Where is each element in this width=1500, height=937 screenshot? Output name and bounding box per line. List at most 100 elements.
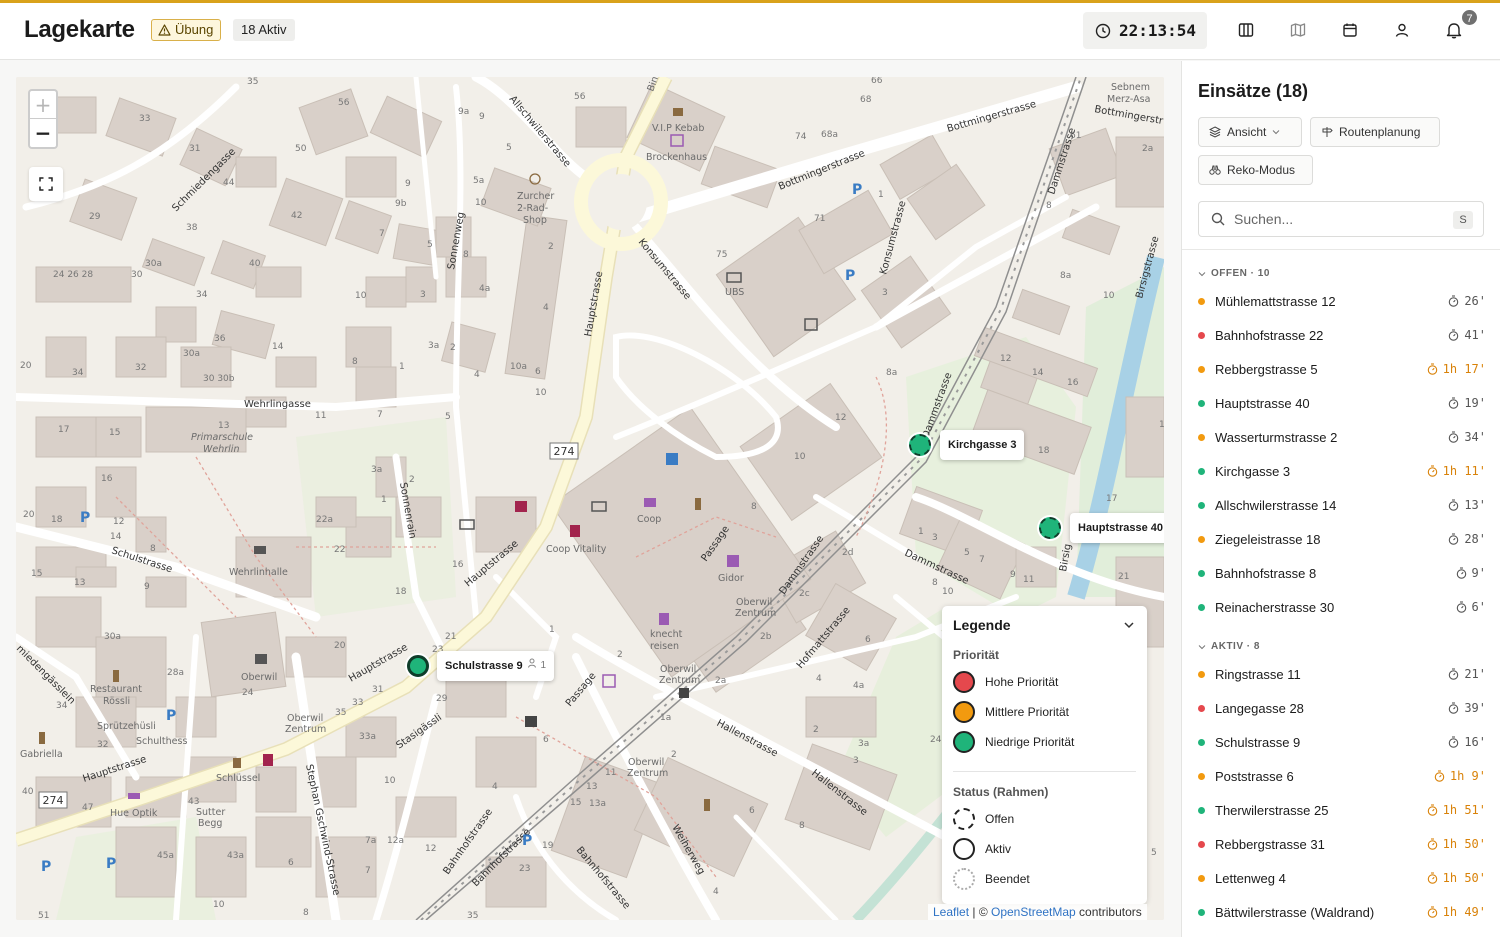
timer-icon xyxy=(1427,838,1437,850)
svg-text:P: P xyxy=(166,708,176,724)
svg-text:4a: 4a xyxy=(479,284,490,294)
svg-text:36: 36 xyxy=(214,334,226,344)
svg-text:5: 5 xyxy=(445,412,451,422)
svg-text:9a: 9a xyxy=(458,107,469,117)
zoom-in-button[interactable]: + xyxy=(30,91,56,119)
timer-icon xyxy=(1449,397,1459,409)
svg-text:Sprützehüsli: Sprützehüsli xyxy=(97,721,156,732)
legend-label: Beendet xyxy=(985,872,1030,886)
svg-text:2: 2 xyxy=(617,650,623,660)
svg-text:4: 4 xyxy=(713,887,719,897)
incident-list-item[interactable]: Ringstrasse 11 21' xyxy=(1198,663,1486,685)
priority-dot xyxy=(1198,467,1205,475)
timer-icon xyxy=(1449,533,1459,545)
svg-text:1: 1 xyxy=(918,527,924,537)
incident-list-item[interactable]: Wasserturmstrasse 2 34' xyxy=(1198,426,1486,448)
svg-text:5: 5 xyxy=(1151,848,1157,858)
svg-text:24: 24 xyxy=(930,735,942,745)
svg-text:6: 6 xyxy=(288,858,294,868)
elapsed-time: 1h 49' xyxy=(1427,905,1486,919)
incident-list-item[interactable]: Rebbergstrasse 5 1h 17' xyxy=(1198,358,1486,380)
svg-text:Oberwil: Oberwil xyxy=(660,664,696,675)
reko-mode-button[interactable]: Reko-Modus xyxy=(1198,155,1313,185)
svg-text:2: 2 xyxy=(409,475,415,485)
incident-list-item[interactable]: Therwilerstrasse 25 1h 51' xyxy=(1198,799,1486,821)
svg-text:reisen: reisen xyxy=(650,641,679,652)
elapsed-time: 1h 51' xyxy=(1427,803,1486,817)
incident-address: Therwilerstrasse 25 xyxy=(1215,802,1329,818)
svg-text:30a: 30a xyxy=(145,259,162,269)
incident-marker-hauptstrasse[interactable] xyxy=(1039,517,1061,539)
incident-list-item[interactable]: Schulstrasse 9 16' xyxy=(1198,731,1486,753)
svg-text:Begg: Begg xyxy=(198,818,222,829)
chevron-down-icon xyxy=(1273,130,1280,135)
incident-list-item[interactable]: Allschwilerstrasse 14 13' xyxy=(1198,494,1486,516)
elapsed-time: 6' xyxy=(1456,600,1486,614)
svg-text:18: 18 xyxy=(51,515,63,525)
columns-view-button[interactable] xyxy=(1234,18,1258,42)
incident-list-item[interactable]: Langegasse 28 39' xyxy=(1198,697,1486,719)
incident-list-item[interactable]: Bahnhofstrasse 8 9' xyxy=(1198,562,1486,584)
incident-list-item[interactable]: Poststrasse 6 1h 9' xyxy=(1198,765,1486,787)
svg-text:1: 1 xyxy=(399,362,405,372)
incident-address: Ringstrasse 11 xyxy=(1215,666,1301,682)
panel-title: Einsätze (18) xyxy=(1198,81,1309,101)
svg-text:P: P xyxy=(522,833,532,849)
marker-label-schulstrasse[interactable]: Schulstrasse 9 1 xyxy=(437,651,554,681)
people-icon xyxy=(527,658,536,668)
svg-text:Sutter: Sutter xyxy=(196,807,225,818)
group-label: AKTIV · 8 xyxy=(1211,641,1260,652)
legend-collapse-button[interactable] xyxy=(1123,618,1135,636)
svg-text:2: 2 xyxy=(450,343,456,353)
incident-list-item[interactable]: Bahnhofstrasse 22 41' xyxy=(1198,324,1486,346)
svg-text:2: 2 xyxy=(813,725,819,735)
elapsed-time: 9' xyxy=(1456,566,1486,580)
legend-item-ended: Beendet xyxy=(953,868,1030,890)
svg-text:14: 14 xyxy=(1032,368,1044,378)
group-header-active[interactable]: AKTIV · 8 xyxy=(1198,641,1260,652)
view-dropdown-button[interactable]: Ansicht xyxy=(1198,117,1302,147)
chevron-down-icon xyxy=(1198,644,1206,649)
marker-label-hauptstrasse[interactable]: Hauptstrasse 40 xyxy=(1070,513,1164,543)
leaflet-link[interactable]: Leaflet xyxy=(933,905,969,919)
svg-text:Brockenhaus: Brockenhaus xyxy=(646,152,707,163)
svg-text:8: 8 xyxy=(150,544,156,554)
svg-text:34: 34 xyxy=(56,701,68,711)
route-planning-button[interactable]: Routenplanung xyxy=(1310,117,1440,147)
svg-text:10: 10 xyxy=(942,587,954,597)
incident-marker-kirchgasse[interactable] xyxy=(909,434,931,456)
incident-address: Mühlemattstrasse 12 xyxy=(1215,293,1336,309)
legend-item-high: Hohe Priorität xyxy=(953,671,1058,693)
incident-list-item[interactable]: Kirchgasse 3 1h 11' xyxy=(1198,460,1486,482)
incident-list-item[interactable]: Lettenweg 4 1h 50' xyxy=(1198,867,1486,889)
incident-marker-schulstrasse[interactable] xyxy=(407,655,429,677)
fullscreen-button[interactable] xyxy=(29,167,63,201)
elapsed-time-value: 26' xyxy=(1464,294,1486,308)
svg-text:38: 38 xyxy=(186,223,198,233)
user-button[interactable] xyxy=(1390,18,1414,42)
search-input[interactable] xyxy=(1234,211,1444,227)
svg-text:9: 9 xyxy=(479,112,485,122)
group-header-open[interactable]: OFFEN · 10 xyxy=(1198,268,1270,279)
priority-dot xyxy=(1198,840,1205,848)
bell-icon xyxy=(1446,23,1462,39)
osm-link[interactable]: OpenStreetMap xyxy=(991,905,1076,919)
exercise-badge-label: Übung xyxy=(175,22,214,37)
svg-text:16: 16 xyxy=(452,560,464,570)
incident-list-item[interactable]: Bättwilerstrasse (Waldrand) 1h 49' xyxy=(1198,901,1486,923)
incident-list-item[interactable]: Reinacherstrasse 30 6' xyxy=(1198,596,1486,618)
svg-text:30a: 30a xyxy=(104,632,121,642)
svg-text:33: 33 xyxy=(139,114,150,124)
zoom-out-button[interactable]: − xyxy=(30,119,56,147)
svg-text:2-Rad-: 2-Rad- xyxy=(517,203,548,214)
elapsed-time: 16' xyxy=(1448,735,1486,749)
map-view-button[interactable] xyxy=(1286,18,1310,42)
marker-label-kirchgasse[interactable]: Kirchgasse 3 xyxy=(940,430,1025,460)
incident-list-item[interactable]: Ziegeleistrasse 18 28' xyxy=(1198,528,1486,550)
search-icon xyxy=(1211,212,1225,226)
incident-list-item[interactable]: Mühlemattstrasse 12 26' xyxy=(1198,290,1486,312)
svg-text:274: 274 xyxy=(43,794,64,807)
calendar-button[interactable] xyxy=(1338,18,1362,42)
incident-list-item[interactable]: Rebbergstrasse 31 1h 50' xyxy=(1198,833,1486,855)
incident-list-item[interactable]: Hauptstrasse 40 19' xyxy=(1198,392,1486,414)
